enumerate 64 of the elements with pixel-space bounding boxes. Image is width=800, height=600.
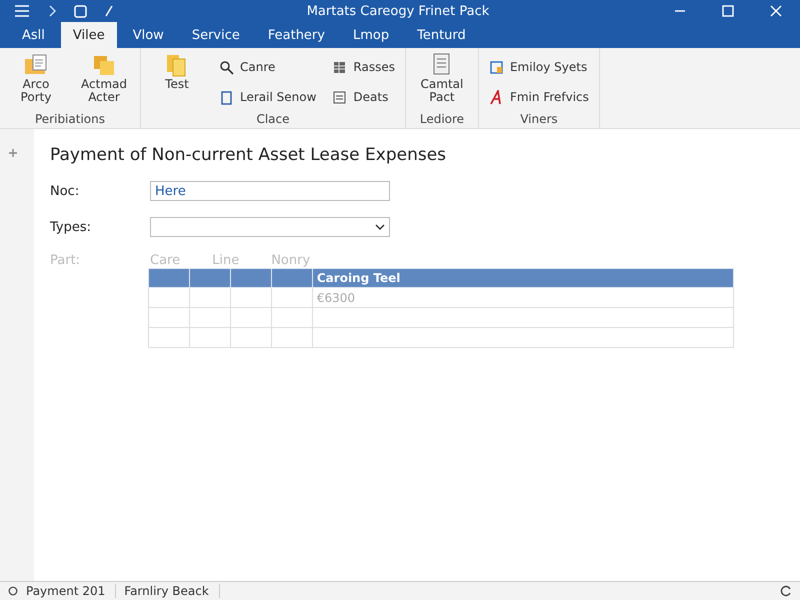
ribbon-button[interactable]: Deats [328, 82, 399, 112]
ribbon-button[interactable]: Arco Porty [6, 52, 66, 112]
group-label: Viners [519, 112, 559, 126]
ribbon-tab[interactable]: Tenturd [405, 22, 478, 48]
table-header-cell [189, 268, 230, 288]
column-label: Nonry [271, 253, 310, 268]
table-cell [271, 288, 312, 308]
list-icon [332, 90, 348, 104]
table-cell [230, 288, 272, 308]
table-cell [230, 308, 272, 328]
ribbon-button[interactable]: Actmad Acter [74, 52, 134, 112]
table-header-cell [148, 268, 190, 288]
ribbon-button[interactable]: Canre [215, 52, 320, 82]
table-cell [148, 328, 190, 348]
menu-icon[interactable] [14, 5, 30, 17]
circle-icon [8, 586, 18, 596]
ribbon-button[interactable]: Rasses [328, 52, 399, 82]
refresh-icon[interactable] [780, 585, 792, 597]
form-title: Payment of Non-current Asset Lease Expenses [50, 145, 448, 165]
status-text: Farnliry Beack [124, 584, 220, 598]
table-cell [148, 288, 190, 308]
ribbon-tab[interactable]: Asll [10, 22, 57, 48]
table-cell [148, 308, 190, 328]
table-cell [189, 308, 230, 328]
ribbon-tab[interactable]: Service [180, 22, 252, 48]
chevron-right-icon[interactable] [48, 5, 56, 17]
column-label: Line [212, 253, 240, 268]
table-cell [189, 328, 230, 348]
table-cell [189, 288, 230, 308]
ribbon-tab[interactable]: Vilee [60, 22, 117, 48]
input-field[interactable]: Here [150, 181, 390, 201]
caret-icon [375, 224, 385, 230]
field-label: Types: [50, 220, 92, 234]
status-text: Payment 201 [26, 584, 116, 598]
table-cell [230, 328, 272, 348]
close-icon[interactable] [770, 5, 782, 17]
table-cell [271, 328, 312, 348]
ribbon-button[interactable]: Lerail Senow [215, 82, 320, 112]
window-title: Martats Careogy Frinet Pack [306, 4, 490, 18]
table-cell: €6300 [312, 288, 734, 308]
search-icon [219, 60, 234, 74]
ribbon-tab[interactable]: Feathery [256, 22, 337, 48]
ribbon-button[interactable]: Fmin Frefvics [484, 82, 593, 112]
group-label: Lediore [418, 112, 466, 126]
table-header-cell [230, 268, 272, 288]
ribbon-tab[interactable]: Vlow [120, 22, 176, 48]
column-label: Care [150, 253, 180, 268]
ribbon-button[interactable]: Test [147, 52, 207, 112]
ribbon-button[interactable]: Emiloy Syets [484, 52, 593, 82]
table-header-cell [271, 268, 312, 288]
ribbon-tab[interactable]: Lmop [340, 22, 402, 48]
table-cell [271, 308, 312, 328]
letter-a-icon [488, 90, 504, 104]
grid-icon [332, 60, 348, 74]
section-label: Part: [50, 253, 82, 268]
dropdown-field[interactable] [150, 217, 390, 237]
field-label: Noc: [50, 184, 80, 198]
group-label: Peribiations [34, 112, 106, 126]
maximize-icon[interactable] [722, 5, 734, 17]
slash-icon[interactable] [105, 5, 113, 17]
square-icon[interactable] [74, 4, 87, 18]
ribbon-button[interactable]: Camtal Pact [412, 52, 472, 112]
group-label: Clace [255, 112, 290, 126]
table-header-cell: Caroing Teel [312, 268, 734, 288]
